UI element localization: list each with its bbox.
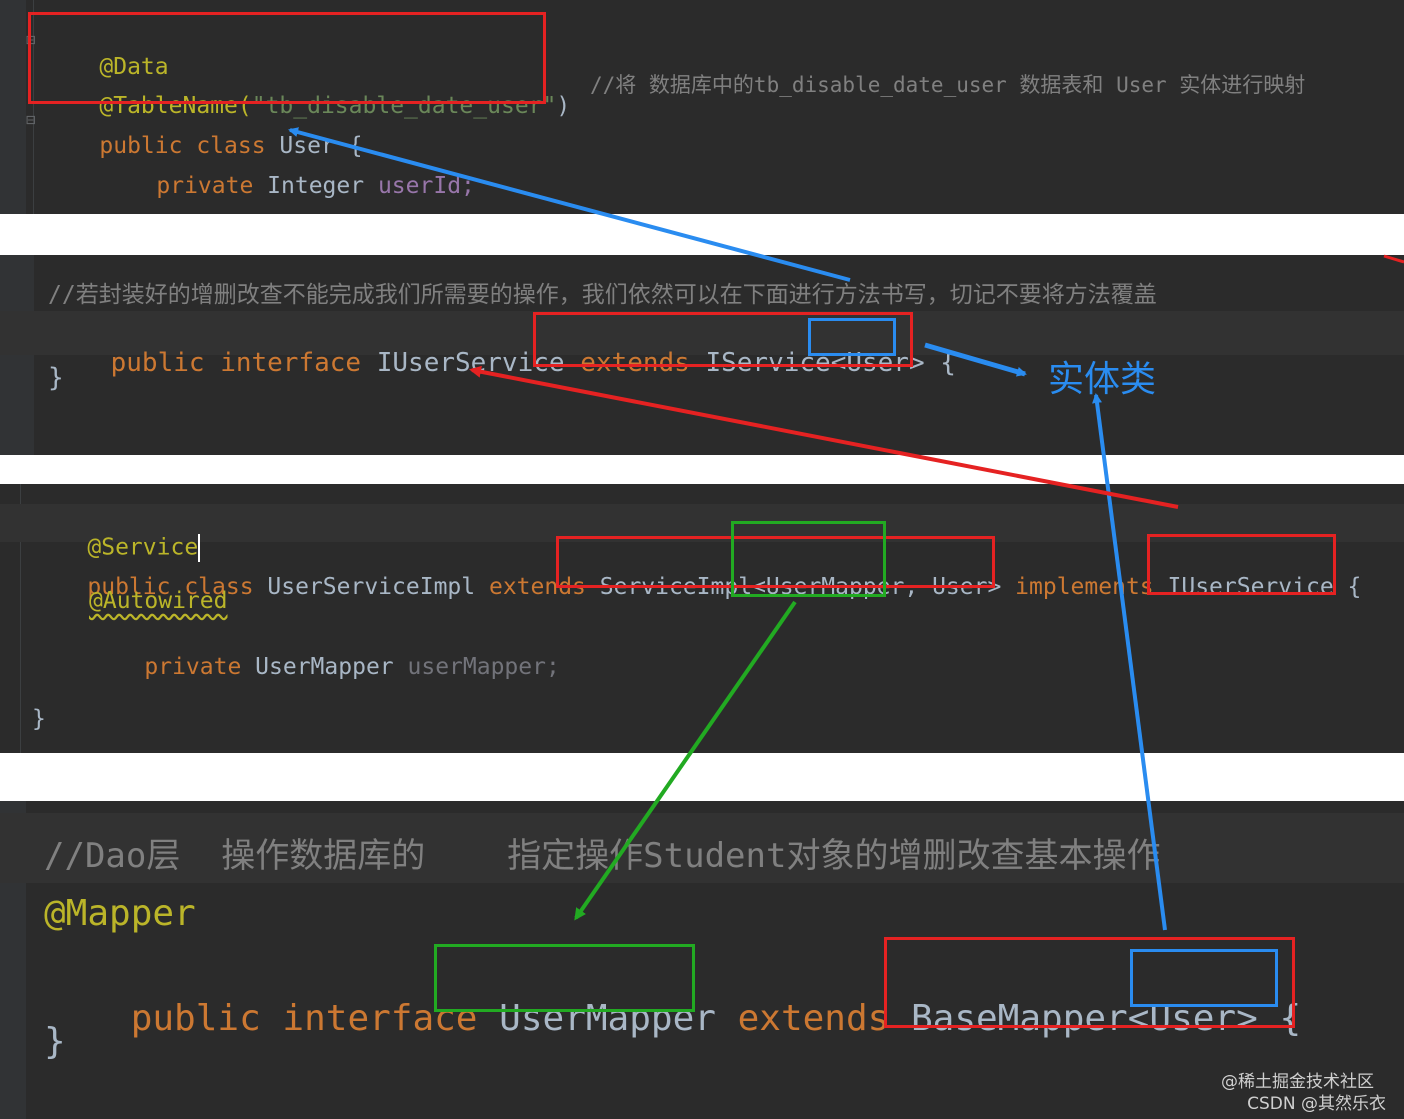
arrow-blue-to-callout — [924, 342, 1027, 377]
arrow-red-impl-to-interface — [469, 365, 1179, 509]
arrow-blue-from-basemapper — [1092, 393, 1167, 931]
arrow-red-top-right — [1383, 254, 1404, 264]
annotation-arrows — [288, 127, 1404, 931]
arrow-green-to-mapper — [574, 600, 797, 921]
arrow-blue-to-user-class — [288, 127, 851, 282]
